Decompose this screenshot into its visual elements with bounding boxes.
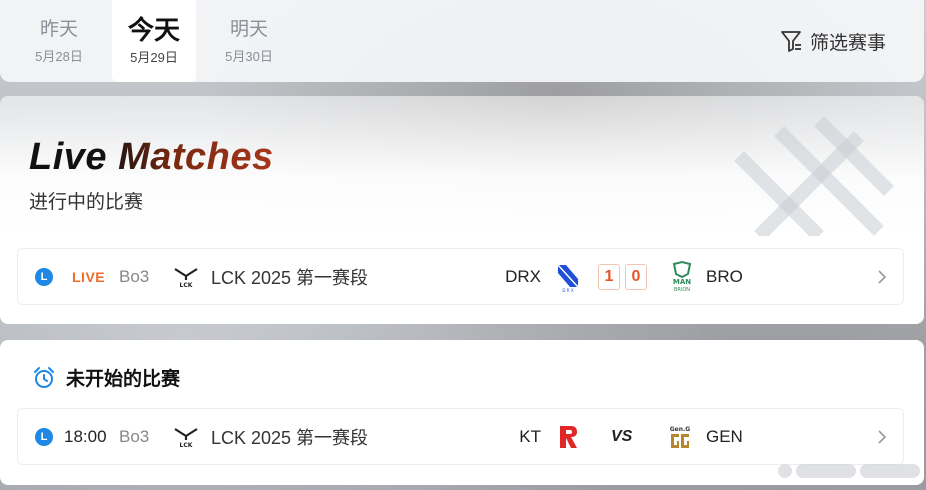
filter-label: 筛选赛事: [809, 32, 886, 54]
kt-logo-icon: [555, 409, 581, 464]
svg-text:Gen.G: Gen.G: [670, 426, 691, 433]
live-matches-subtitle: 进行中的比赛: [29, 192, 144, 213]
chevron-right-icon[interactable]: [877, 409, 887, 464]
tab-date-label: 5月30日: [225, 49, 273, 64]
watermark-dot: [778, 464, 792, 478]
team1-name: KT: [519, 426, 541, 446]
league-name: LCK 2025 第一赛段: [211, 267, 369, 288]
team2-name: GEN: [706, 426, 743, 446]
tab-yesterday[interactable]: 昨天 5月28日: [17, 0, 101, 82]
live-status-label: LIVE: [72, 268, 106, 285]
date-tab-bar: 昨天 5月28日 今天 5月29日 明天 5月30日 筛选赛事: [0, 0, 924, 82]
team2-name: BRO: [706, 266, 743, 286]
tab-date-label: 5月28日: [35, 49, 83, 64]
team1-name: DRX: [505, 266, 541, 286]
filter-button[interactable]: 筛选赛事: [780, 28, 886, 54]
match-format: Bo3: [119, 426, 150, 446]
upcoming-title: 未开始的比赛: [66, 369, 181, 390]
alarm-clock-icon: [34, 366, 54, 388]
tab-day-label: 明天: [229, 19, 268, 40]
filter-icon: [781, 31, 801, 52]
league-badge: L: [35, 249, 55, 304]
team1-score: 1: [598, 264, 620, 290]
lck-logo-icon: LCK: [173, 409, 199, 464]
league-badge-letter: L: [35, 427, 53, 446]
tab-today[interactable]: 今天 5月29日: [112, 0, 196, 82]
live-matches-title: Live Matches: [29, 136, 274, 178]
league-badge: L: [35, 409, 55, 464]
svg-text:BRION: BRION: [674, 287, 690, 293]
tab-day-label: 昨天: [39, 19, 78, 40]
svg-text:LCK: LCK: [180, 282, 193, 288]
svg-text:LCK: LCK: [180, 442, 193, 448]
drx-logo-icon: D R X: [555, 249, 581, 304]
league-name: LCK 2025 第一赛段: [211, 427, 369, 448]
live-matches-card: Live Matches 进行中的比赛 L LIVE Bo3 LCK LCK 2…: [0, 96, 924, 324]
watermark-overlay: [760, 460, 920, 482]
tab-date-label: 5月29日: [130, 50, 178, 65]
versus-label: VS: [611, 427, 633, 445]
chevron-right-icon[interactable]: [877, 249, 887, 304]
upcoming-header: 未开始的比赛: [32, 364, 180, 391]
bro-logo-icon: MAN BRION: [665, 249, 699, 304]
upcoming-match-row[interactable]: L 18:00 Bo3 LCK LCK 2025 第一赛段 KT VS Gen.…: [17, 408, 904, 465]
gen-logo-icon: Gen.G: [665, 409, 695, 464]
league-watermark-icon: [734, 116, 894, 236]
tab-day-label: 今天: [127, 15, 180, 45]
watermark-bar: [796, 464, 856, 478]
watermark-bar: [860, 464, 920, 478]
svg-text:MAN: MAN: [673, 278, 691, 286]
match-format: Bo3: [119, 266, 150, 286]
match-start-time: 18:00: [64, 426, 107, 446]
lck-logo-icon: LCK: [173, 249, 199, 304]
live-match-row[interactable]: L LIVE Bo3 LCK LCK 2025 第一赛段 DRX D R X 1…: [17, 248, 904, 305]
tab-tomorrow[interactable]: 明天 5月30日: [207, 0, 291, 82]
team2-score: 0: [625, 264, 647, 290]
league-badge-letter: L: [35, 267, 53, 286]
svg-text:D R X: D R X: [562, 288, 573, 292]
